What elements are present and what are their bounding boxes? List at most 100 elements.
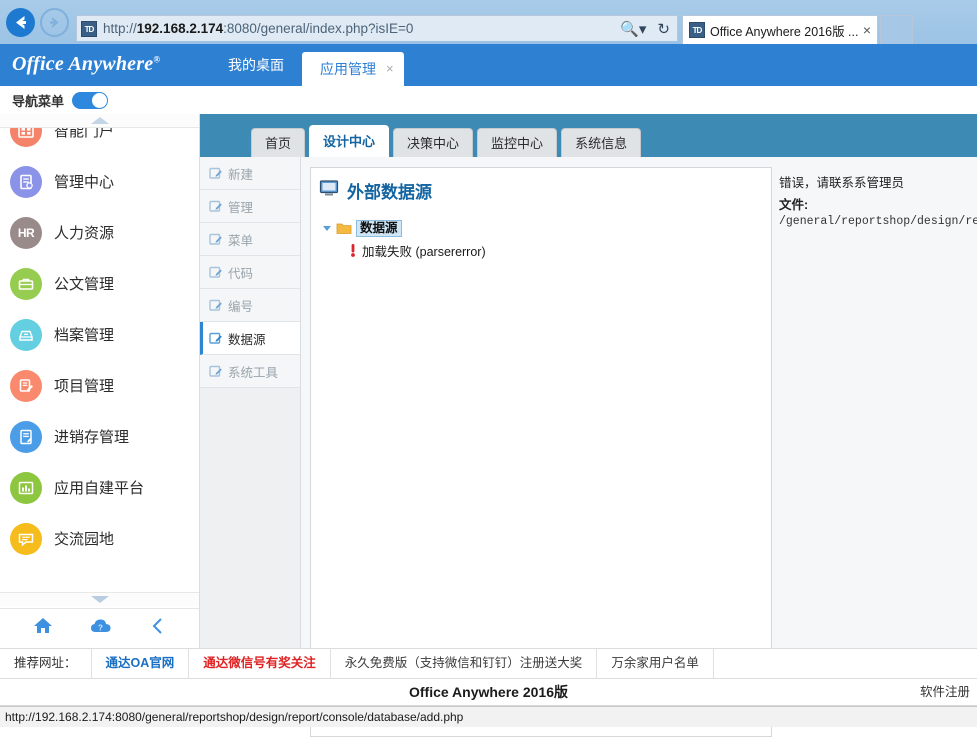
- submenu-item-code[interactable]: 代码: [200, 256, 300, 289]
- tree-node-error-label: 加载失败 (parsererror): [362, 244, 486, 259]
- submenu-item-menu[interactable]: 菜单: [200, 223, 300, 256]
- new-tab-button[interactable]: [880, 15, 913, 44]
- recommended-links-bar: 推荐网址： 通达OA官网 通达微信号有奖关注 永久免费版（支持微信和钉钉）注册送…: [0, 648, 977, 679]
- error-message: 错误，请联系系管理员: [779, 176, 905, 190]
- collapse-left-icon[interactable]: [149, 615, 167, 642]
- document-icon: [10, 267, 42, 300]
- search-dropdown-icon[interactable]: 🔍▾: [617, 20, 649, 38]
- forum-icon: [10, 522, 42, 555]
- tab-my-desktop[interactable]: 我的桌面: [210, 44, 302, 86]
- submenu-item-system-tools-label: 系统工具: [228, 365, 279, 380]
- forward-arrow-icon[interactable]: [40, 8, 69, 37]
- tab-favicon: TD: [689, 22, 705, 38]
- submenu-item-number[interactable]: 编号: [200, 289, 300, 322]
- submenu-item-datasource-label: 数据源: [228, 332, 266, 347]
- sidebar-item-inventory[interactable]: 进销存管理: [0, 411, 199, 462]
- panel-title: 外部数据源: [311, 168, 771, 211]
- hr-icon: HR: [10, 216, 42, 249]
- error-detail-panel: 错误，请联系系管理员 文件: /general/reportshop/desig…: [772, 157, 977, 648]
- panel-title-text: 外部数据源: [347, 183, 432, 202]
- tree-body: 数据源 加载失败 (parsererror): [311, 211, 771, 261]
- app-footer: Office Anywhere 2016版 软件注册: [0, 679, 977, 706]
- sidebar-item-forum[interactable]: 交流园地: [0, 513, 199, 564]
- edit-icon: [209, 166, 223, 180]
- sidebar-item-admin-center-label: 管理中心: [54, 174, 115, 191]
- sidebar-footer: ?: [0, 608, 200, 648]
- link-wechat-promo[interactable]: 通达微信号有奖关注: [189, 648, 331, 679]
- tab-decision-center[interactable]: 决策中心: [393, 128, 474, 157]
- close-icon[interactable]: ×: [859, 22, 871, 38]
- sidebar-item-documents-label: 公文管理: [54, 276, 115, 293]
- scroll-up-arrow-icon[interactable]: [0, 114, 199, 128]
- browser-chrome: TD http://192.168.2.174:8080/general/ind…: [0, 0, 977, 44]
- nav-menu-toggle-switch[interactable]: [72, 91, 109, 109]
- address-bar-url: http://192.168.2.174:8080/general/index.…: [103, 21, 414, 36]
- tab-design-center[interactable]: 设计中心: [309, 125, 390, 157]
- inventory-icon: [10, 420, 42, 453]
- home-icon[interactable]: [32, 615, 54, 642]
- edit-icon: [209, 331, 223, 345]
- app-brand: Office Anywhere®: [12, 53, 161, 75]
- tab-monitor-center[interactable]: 监控中心: [477, 128, 558, 157]
- sidebar-item-app-platform-label: 应用自建平台: [54, 480, 145, 497]
- link-free-version-register[interactable]: 永久免费版（支持微信和钉钉）注册送大奖: [331, 648, 598, 679]
- sidebar-item-documents[interactable]: 公文管理: [0, 258, 199, 309]
- browser-status-bar: http://192.168.2.174:8080/general/report…: [0, 706, 977, 727]
- scroll-down-arrow-icon[interactable]: [0, 592, 199, 606]
- tab-home[interactable]: 首页: [251, 128, 306, 157]
- sidebar-item-archive[interactable]: 档案管理: [0, 309, 199, 360]
- tree-node-root[interactable]: 数据源: [323, 217, 771, 239]
- sidebar-item-inventory-label: 进销存管理: [54, 429, 130, 446]
- reload-icon[interactable]: ↻: [654, 20, 673, 38]
- cloud-help-icon[interactable]: ?: [89, 616, 113, 641]
- tab-system-info[interactable]: 系统信息: [561, 128, 642, 157]
- monitor-icon: [319, 178, 339, 203]
- software-registration-link[interactable]: 软件注册: [920, 679, 975, 706]
- tree-expand-arrow-icon[interactable]: [323, 225, 331, 231]
- design-center-submenu: 新建 管理 菜单 代码 编号 数据源 系统工具: [200, 157, 301, 648]
- recommended-links-label: 推荐网址：: [0, 648, 92, 679]
- browser-tab[interactable]: TD Office Anywhere 2016版 ... ×: [682, 15, 878, 44]
- submenu-item-system-tools[interactable]: 系统工具: [200, 355, 300, 388]
- header-spacer: [200, 86, 977, 114]
- submenu-item-new[interactable]: 新建: [200, 157, 300, 190]
- edit-icon: [209, 265, 223, 279]
- status-bar-url: http://192.168.2.174:8080/general/report…: [5, 710, 464, 724]
- submenu-item-datasource[interactable]: 数据源: [200, 322, 300, 355]
- address-bar[interactable]: TD http://192.168.2.174:8080/general/ind…: [76, 15, 678, 41]
- sidebar-item-app-platform[interactable]: 应用自建平台: [0, 462, 199, 513]
- svg-text:?: ?: [99, 624, 104, 633]
- sidebar-item-project[interactable]: 项目管理: [0, 360, 199, 411]
- close-icon[interactable]: ×: [386, 52, 394, 86]
- edit-icon: [209, 199, 223, 213]
- admin-icon: [10, 165, 42, 198]
- footer-title: Office Anywhere 2016版: [409, 684, 568, 700]
- error-file-path: /general/reportshop/design/report/consol…: [779, 215, 977, 228]
- link-customer-list[interactable]: 万余家用户名单: [597, 648, 714, 679]
- archive-icon: [10, 318, 42, 351]
- left-sidebar: 智能门户 管理中心 HR 人力资源 公文管理 档案管理 项目管理 进销存管理 应…: [0, 114, 200, 608]
- project-icon: [10, 369, 42, 402]
- error-file-label: 文件:: [779, 198, 809, 212]
- tab-app-management-label: 应用管理: [320, 61, 376, 77]
- sidebar-item-hr[interactable]: HR 人力资源: [0, 207, 199, 258]
- edit-icon: [209, 364, 223, 378]
- error-file-line: 文件: /general/reportshop/design/report/co…: [779, 194, 977, 228]
- link-tongda-oa-official[interactable]: 通达OA官网: [92, 648, 190, 679]
- submenu-item-menu-label: 菜单: [228, 233, 254, 248]
- sidebar-item-archive-label: 档案管理: [54, 327, 115, 344]
- sidebar-item-portal-label: 智能门户: [54, 128, 115, 140]
- app-header: Office Anywhere® 我的桌面 应用管理 ×: [0, 44, 977, 86]
- app-tab-bar: 我的桌面 应用管理 ×: [210, 44, 404, 86]
- tab-title: Office Anywhere 2016版 ...: [710, 24, 859, 39]
- edit-icon: [209, 298, 223, 312]
- submenu-item-new-label: 新建: [228, 167, 254, 182]
- tab-app-management[interactable]: 应用管理 ×: [302, 52, 404, 86]
- sidebar-item-admin-center[interactable]: 管理中心: [0, 156, 199, 207]
- module-tab-bar: 首页 设计中心 决策中心 监控中心 系统信息: [200, 114, 977, 157]
- sidebar-item-portal[interactable]: 智能门户: [0, 128, 199, 156]
- submenu-item-manage[interactable]: 管理: [200, 190, 300, 223]
- back-arrow-icon[interactable]: [6, 8, 35, 37]
- portal-icon: [10, 128, 42, 147]
- tree-node-error: 加载失败 (parsererror): [323, 239, 771, 261]
